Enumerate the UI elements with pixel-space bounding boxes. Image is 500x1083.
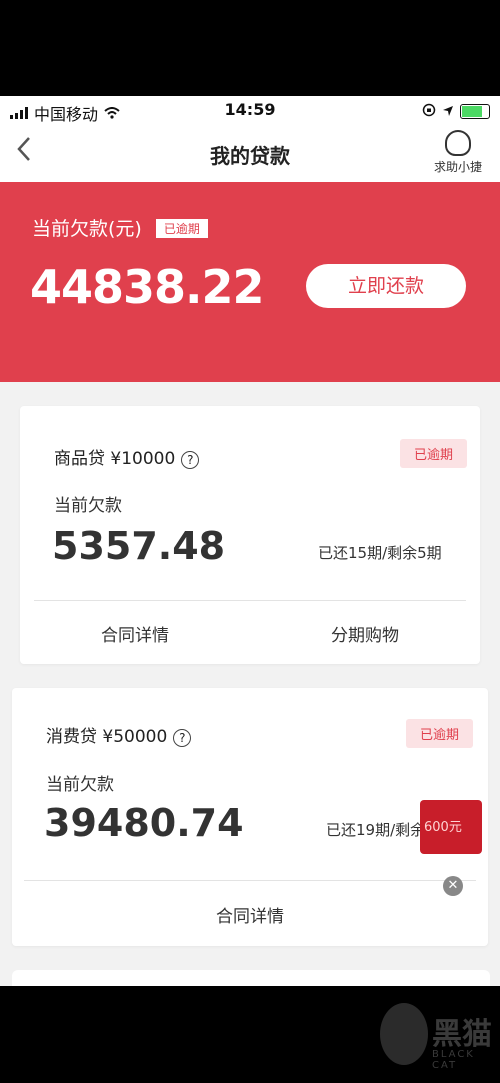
loan-title: 商品贷 ¥10000 xyxy=(54,449,176,469)
divider xyxy=(34,600,466,601)
rotation-lock-icon xyxy=(422,102,436,121)
promo-text: 600元 xyxy=(424,820,462,835)
installment-shopping-link[interactable]: 分期购物 xyxy=(250,621,480,646)
help-circle-icon[interactable]: ? xyxy=(181,451,200,469)
loan-card-partial xyxy=(12,970,490,986)
debt-label: 当前欠款 xyxy=(54,496,122,516)
help-button[interactable]: 求助小捷 xyxy=(428,130,488,175)
nav-bar: 我的贷款 求助小捷 xyxy=(0,124,500,182)
summary-label: 当前欠款(元) xyxy=(32,218,142,240)
cat-logo-icon xyxy=(380,1003,428,1065)
repay-now-button[interactable]: 立即还款 xyxy=(306,264,466,308)
close-icon[interactable]: ✕ xyxy=(443,876,463,896)
overdue-tag: 已逾期 xyxy=(155,219,208,238)
status-badge: 已逾期 xyxy=(406,719,474,748)
status-bar: 中国移动 14:59 xyxy=(0,96,500,124)
contract-details-link[interactable]: 合同详情 xyxy=(12,902,488,927)
repayment-periods: 已还15期/剩余5期 xyxy=(318,544,442,562)
divider xyxy=(24,880,476,881)
loan-title: 消费贷 ¥50000 xyxy=(46,727,168,747)
contract-details-link[interactable]: 合同详情 xyxy=(20,621,250,646)
repayment-periods: 已还19期/剩余 xyxy=(326,821,426,839)
red-packet-promo[interactable]: 600元 xyxy=(420,800,488,858)
watermark-sub: BLACK CAT xyxy=(432,1049,475,1071)
loan-card-consumer: 消费贷 ¥50000? 已逾期 当前欠款 39480.74 已还19期/剩余 合… xyxy=(12,688,488,946)
debt-summary: 当前欠款(元) 已逾期 44838.22 立即还款 xyxy=(0,182,500,382)
loan-debt-amount: 39480.74 xyxy=(44,801,244,845)
status-badge: 已逾期 xyxy=(400,439,468,468)
loan-debt-amount: 5357.48 xyxy=(52,524,226,568)
watermark: 黑猫 BLACK CAT xyxy=(380,1003,495,1073)
headset-icon xyxy=(445,130,471,156)
help-label: 求助小捷 xyxy=(433,160,482,174)
help-circle-icon[interactable]: ? xyxy=(173,729,192,747)
watermark-name: 黑猫 xyxy=(432,1017,492,1052)
app-screen: 中国移动 14:59 我的贷款 求助小捷 当前欠款(元) 已逾期 44838.2… xyxy=(0,96,500,986)
total-debt-amount: 44838.22 xyxy=(30,260,265,314)
loan-title-row: 消费贷 ¥50000? xyxy=(46,722,192,747)
summary-label-row: 当前欠款(元) 已逾期 xyxy=(32,214,208,241)
debt-label: 当前欠款 xyxy=(46,775,114,795)
location-icon xyxy=(442,102,454,121)
page-title: 我的贷款 xyxy=(210,144,290,168)
battery-icon xyxy=(460,104,490,119)
loan-card-goods: 商品贷 ¥10000? 已逾期 当前欠款 5357.48 已还15期/剩余5期 … xyxy=(20,406,480,664)
loan-title-row: 商品贷 ¥10000? xyxy=(54,444,200,469)
